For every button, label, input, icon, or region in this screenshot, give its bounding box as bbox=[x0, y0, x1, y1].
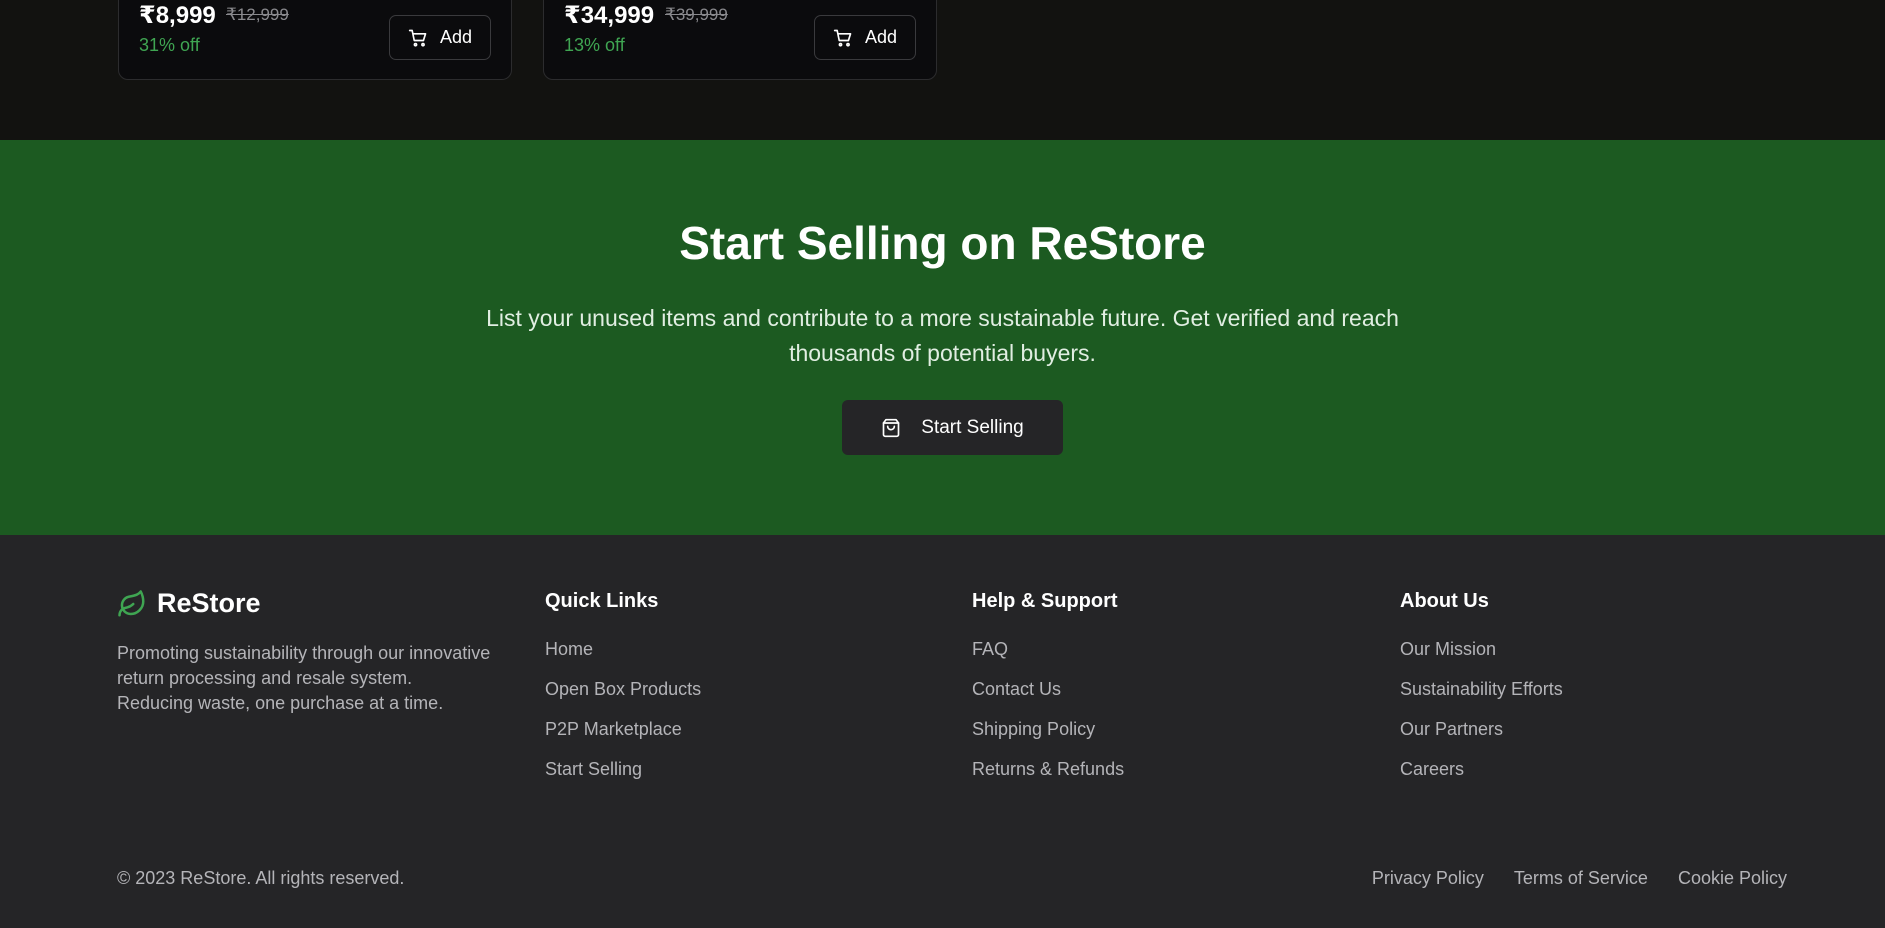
privacy-policy-link[interactable]: Privacy Policy bbox=[1372, 868, 1484, 889]
product-price: ₹8,999 bbox=[139, 2, 216, 29]
shopping-bag-icon bbox=[882, 418, 900, 437]
cart-icon bbox=[833, 29, 852, 47]
footer-link-contact[interactable]: Contact Us bbox=[972, 678, 1124, 718]
footer-link-sustainability[interactable]: Sustainability Efforts bbox=[1400, 678, 1563, 718]
product-price: ₹34,999 bbox=[564, 2, 655, 29]
start-selling-button[interactable]: Start Selling bbox=[842, 400, 1063, 455]
product-card[interactable]: ₹8,999 ₹12,999 31% off Add bbox=[118, 0, 512, 80]
help-support-column: Help & Support FAQ Contact Us Shipping P… bbox=[972, 590, 1124, 798]
footer-link-start-selling[interactable]: Start Selling bbox=[545, 758, 701, 798]
quick-links-column: Quick Links Home Open Box Products P2P M… bbox=[545, 590, 701, 798]
copyright-text: © 2023 ReStore. All rights reserved. bbox=[117, 868, 405, 888]
footer-link-careers[interactable]: Careers bbox=[1400, 758, 1563, 798]
add-to-cart-button[interactable]: Add bbox=[389, 15, 491, 60]
footer-link-faq[interactable]: FAQ bbox=[972, 638, 1124, 678]
footer-link-partners[interactable]: Our Partners bbox=[1400, 718, 1563, 758]
cta-title: Start Selling on ReStore bbox=[679, 217, 1206, 269]
brand-name: ReStore bbox=[157, 588, 261, 618]
leaf-icon bbox=[118, 589, 145, 616]
footer-link-open-box[interactable]: Open Box Products bbox=[545, 678, 701, 718]
product-card[interactable]: ₹34,999 ₹39,999 13% off Add bbox=[543, 0, 937, 80]
quick-links-title: Quick Links bbox=[545, 590, 659, 612]
cart-icon bbox=[408, 29, 427, 47]
terms-of-service-link[interactable]: Terms of Service bbox=[1514, 868, 1648, 889]
product-discount: 13% off bbox=[564, 35, 625, 55]
add-button-label: Add bbox=[864, 27, 898, 47]
legal-links: Privacy Policy Terms of Service Cookie P… bbox=[1372, 868, 1787, 889]
start-selling-label: Start Selling bbox=[921, 416, 1024, 438]
help-support-title: Help & Support bbox=[972, 590, 1118, 612]
footer-link-shipping[interactable]: Shipping Policy bbox=[972, 718, 1124, 758]
brand-description: Promoting sustainability through our inn… bbox=[117, 643, 491, 713]
footer-link-mission[interactable]: Our Mission bbox=[1400, 638, 1563, 678]
cookie-policy-link[interactable]: Cookie Policy bbox=[1678, 868, 1787, 889]
add-button-label: Add bbox=[439, 27, 473, 47]
product-discount: 31% off bbox=[139, 35, 200, 55]
product-old-price: ₹12,999 bbox=[226, 5, 289, 24]
footer-link-returns[interactable]: Returns & Refunds bbox=[972, 758, 1124, 798]
cta-description: List your unused items and contribute to… bbox=[486, 305, 1399, 366]
footer-link-p2p[interactable]: P2P Marketplace bbox=[545, 718, 701, 758]
about-us-column: About Us Our Mission Sustainability Effo… bbox=[1400, 590, 1563, 798]
site-footer: ReStore Promoting sustainability through… bbox=[0, 535, 1885, 928]
product-old-price: ₹39,999 bbox=[665, 5, 728, 24]
footer-link-home[interactable]: Home bbox=[545, 638, 701, 678]
start-selling-banner: Start Selling on ReStore List your unuse… bbox=[0, 140, 1885, 535]
about-us-title: About Us bbox=[1400, 590, 1489, 612]
products-section: ₹8,999 ₹12,999 31% off Add ₹34,999 ₹39,9… bbox=[0, 0, 1885, 140]
footer-brand[interactable]: ReStore bbox=[117, 588, 261, 619]
add-to-cart-button[interactable]: Add bbox=[814, 15, 916, 60]
